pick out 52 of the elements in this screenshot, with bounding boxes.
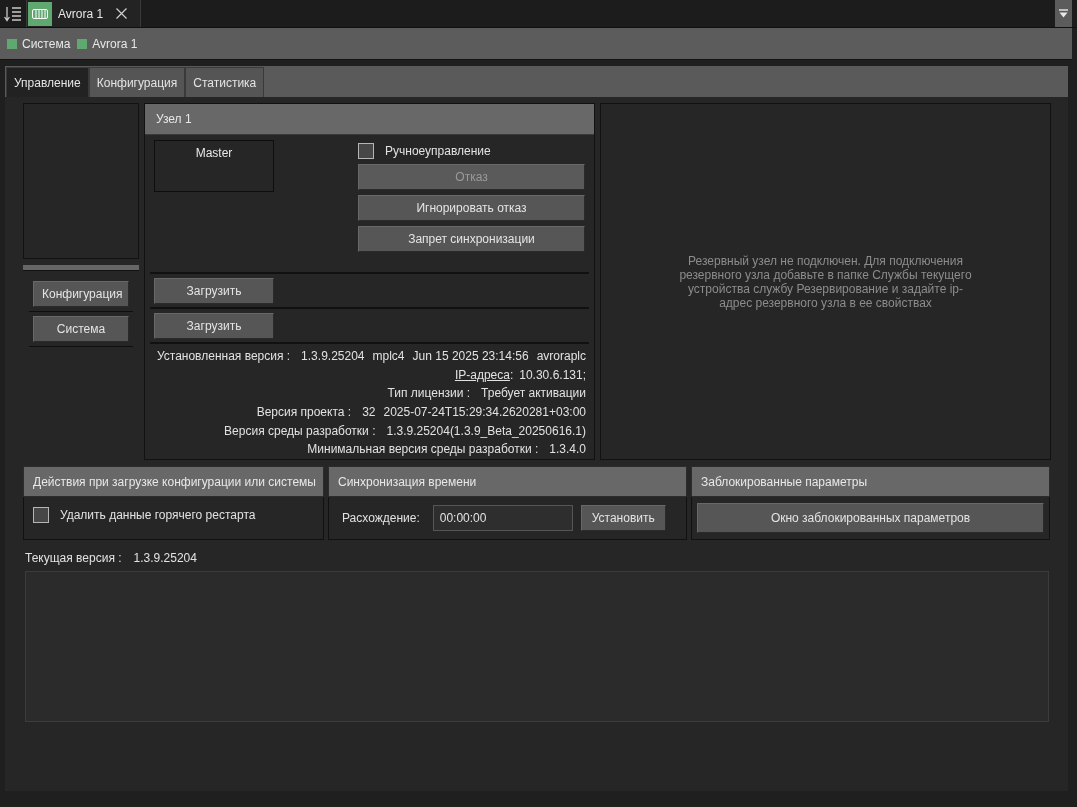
separator-text: : — [509, 367, 514, 382]
info-value: 2025-07-24T15:29:34.2620281+03:00 — [383, 405, 586, 420]
action-button[interactable]: Игнорировать отказ — [358, 195, 585, 221]
action-button[interactable]: Запрет синхронизации — [358, 226, 585, 252]
menu-button[interactable] — [1055, 0, 1072, 27]
square-icon — [7, 38, 17, 49]
group-header: Синхронизация времени — [328, 466, 687, 497]
info-label: Установленная версия : — [156, 349, 291, 364]
info-label: Версия проекта : — [256, 405, 352, 420]
info-value: Требует активации — [481, 386, 586, 401]
tab[interactable]: Управление — [6, 67, 89, 97]
version-value: 1.3.9.25204 — [133, 551, 197, 565]
checkbox-label: Ручноеуправление — [385, 143, 491, 158]
group-header: Заблокированные параметры — [691, 466, 1050, 497]
set-button[interactable]: Установить — [580, 505, 666, 531]
load-button[interactable]: Загрузить — [154, 313, 274, 339]
document-tab[interactable]: Avrora 1 — [27, 0, 141, 27]
breadcrumb-item[interactable]: Avrora 1 — [77, 36, 138, 51]
close-icon — [116, 8, 128, 19]
field-label: Расхождение: — [342, 511, 420, 525]
info-label: Минимальная версия среды разработки : — [307, 442, 539, 457]
info-value: avroraplc — [536, 349, 586, 364]
status-message: Резервный узел не подключен. Для подключения резервного узла добавьте в папке Службы текущего устройства службу Резервирование и задайте ip-адрес резервного узла в ее свойствах — [678, 253, 973, 310]
breadcrumb-item[interactable]: Система — [7, 36, 71, 51]
checkbox-label: Удалить данные горячего рестарта — [60, 507, 256, 522]
info-label: Тип лицензии : — [387, 386, 471, 401]
list-arrow-icon — [4, 5, 22, 22]
group-header: Действия при загрузке конфигурации или системы — [23, 466, 324, 497]
info-value: 1.3.4.0 — [549, 442, 586, 457]
panel-header: Узел 1 — [145, 104, 594, 135]
tab[interactable]: Конфигурация — [88, 67, 186, 97]
info-value: 1.3.9.25204(1.3.9_Beta_20250616.1) — [386, 423, 586, 438]
info-value: 10.30.6.131; — [519, 367, 586, 382]
time-input-field[interactable]: 00:00:00 — [432, 505, 573, 531]
checkbox[interactable] — [358, 142, 374, 159]
info-label: Версия среды разработки : — [224, 423, 376, 438]
square-icon — [77, 38, 88, 49]
sidebar-button[interactable]: Система — [33, 316, 129, 342]
info-value: mplc4 — [372, 349, 405, 364]
open-window-button[interactable]: Окно заблокированных параметров — [697, 503, 1044, 533]
checkbox[interactable] — [33, 506, 49, 523]
sidebar-button[interactable]: Конфигурация — [33, 281, 129, 307]
arrow-down-icon — [1059, 9, 1068, 18]
info-value: Jun 15 2025 23:14:56 — [412, 349, 529, 364]
info-link[interactable]: IP-адреса — [454, 367, 510, 382]
load-button[interactable]: Загрузить — [154, 278, 274, 304]
tab[interactable]: Статистика — [185, 67, 265, 97]
info-value: 1.3.9.25204 — [301, 349, 365, 364]
version-label: Текущая версия : — [25, 551, 122, 565]
role-box: Master — [154, 140, 274, 192]
segmented-bar-icon — [28, 1, 52, 26]
info-value: 32 — [362, 405, 376, 420]
